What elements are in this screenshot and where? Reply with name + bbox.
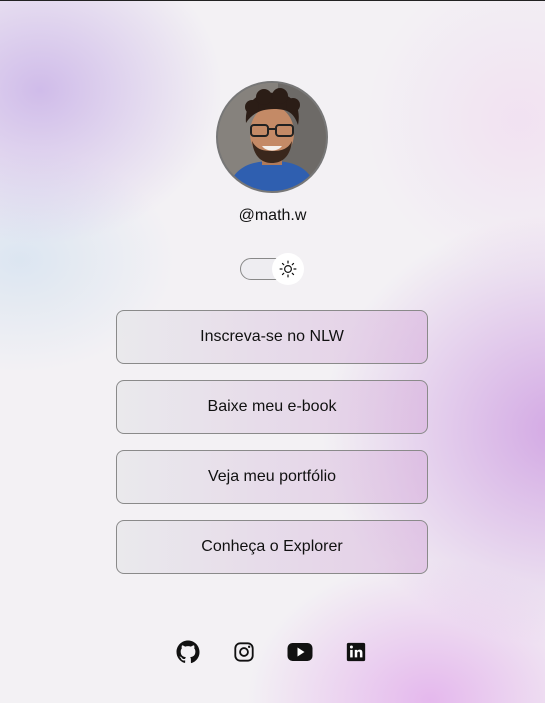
- username: @math.w: [238, 207, 307, 224]
- linkedin-icon[interactable]: [342, 638, 370, 666]
- link-button-explorer[interactable]: Conheça o Explorer: [116, 520, 428, 574]
- sun-icon: [279, 260, 297, 278]
- instagram-icon[interactable]: [230, 638, 258, 666]
- link-button-ebook[interactable]: Baixe meu e-book: [116, 380, 428, 434]
- social-links: [174, 638, 398, 666]
- github-icon[interactable]: [174, 638, 202, 666]
- profile-photo: [218, 83, 326, 191]
- links-list: Inscreva-se no NLW Baixe meu e-book Veja…: [116, 310, 428, 590]
- theme-switch[interactable]: [240, 253, 304, 285]
- avatar: [216, 81, 328, 193]
- youtube-icon[interactable]: [286, 638, 314, 666]
- switch-knob[interactable]: [272, 253, 304, 285]
- link-button-nlw[interactable]: Inscreva-se no NLW: [116, 310, 428, 364]
- link-button-portfolio[interactable]: Veja meu portfólio: [116, 450, 428, 504]
